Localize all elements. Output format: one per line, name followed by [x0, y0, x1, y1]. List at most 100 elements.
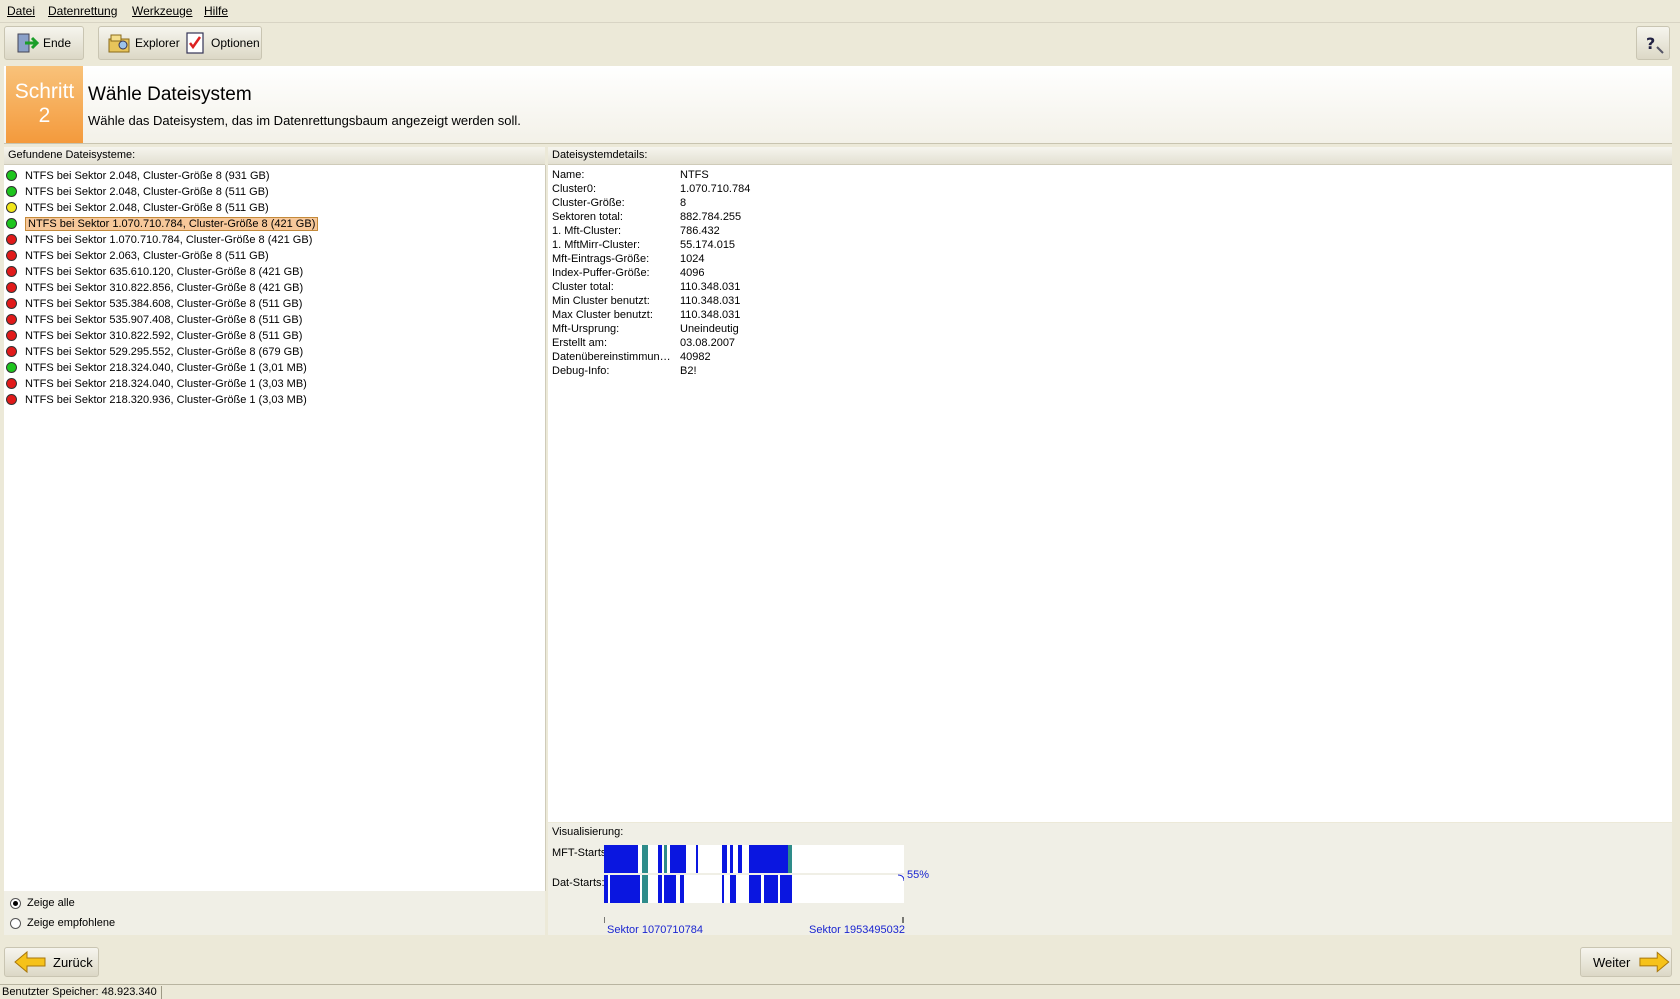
detail-value: 1024	[680, 253, 705, 265]
dat-segment	[658, 875, 662, 903]
detail-key: Index-Puffer-Größe:	[552, 267, 650, 279]
show-all-label: Zeige alle	[27, 897, 75, 909]
filesystem-item[interactable]: NTFS bei Sektor 2.063, Cluster-Größe 8 (…	[6, 248, 269, 263]
help-button[interactable]: ?	[1636, 26, 1670, 60]
filesystem-item[interactable]: NTFS bei Sektor 2.048, Cluster-Größe 8 (…	[6, 168, 270, 183]
detail-value: 1.070.710.784	[680, 183, 751, 195]
filesystem-item-label: NTFS bei Sektor 1.070.710.784, Cluster-G…	[25, 216, 319, 231]
mft-segment	[730, 845, 733, 873]
detail-value: B2!	[680, 365, 697, 377]
status-red-icon	[6, 330, 17, 341]
detail-value: 4096	[680, 267, 705, 279]
filesystem-item[interactable]: NTFS bei Sektor 310.822.856, Cluster-Grö…	[6, 280, 303, 295]
status-red-icon	[6, 378, 17, 389]
mft-segment	[642, 845, 648, 873]
detail-key: 1. MftMirr-Cluster:	[552, 239, 640, 251]
status-green-icon	[6, 218, 17, 229]
dat-starts-label: Dat-Starts:	[552, 877, 605, 889]
detail-key: Debug-Info:	[552, 365, 610, 377]
detail-value: 55.174.015	[680, 239, 736, 251]
menu-hilfe[interactable]: Hilfe	[204, 4, 228, 18]
mft-segment	[738, 845, 742, 873]
arrow-right-icon	[1639, 951, 1670, 973]
filter-radio-group: Zeige alle Zeige empfohlene	[4, 891, 545, 935]
sector-visualization	[604, 845, 904, 923]
next-button[interactable]: Weiter	[1580, 947, 1672, 977]
dat-segment	[730, 875, 736, 903]
sector-start-label: Sektor 1070710784	[607, 924, 704, 936]
filesystem-item-label: NTFS bei Sektor 535.384.608, Cluster-Grö…	[25, 297, 303, 310]
dat-segment	[680, 875, 684, 903]
menu-werkzeuge[interactable]: Werkzeuge	[132, 4, 192, 18]
detail-value: Uneindeutig	[680, 323, 739, 335]
filesystem-item[interactable]: NTFS bei Sektor 1.070.710.784, Cluster-G…	[6, 216, 319, 231]
filesystem-item-label: NTFS bei Sektor 2.063, Cluster-Größe 8 (…	[25, 249, 269, 262]
dat-segment	[610, 875, 640, 903]
mft-segment	[604, 845, 638, 873]
step-label: Schritt	[14, 80, 75, 103]
show-recommended-radio[interactable]: Zeige empfohlene	[10, 917, 115, 929]
filesystem-item[interactable]: NTFS bei Sektor 218.320.936, Cluster-Grö…	[6, 392, 307, 407]
filesystem-item[interactable]: NTFS bei Sektor 2.048, Cluster-Größe 8 (…	[6, 184, 269, 199]
explorer-button[interactable]: Explorer	[107, 27, 180, 59]
detail-value: 882.784.255	[680, 211, 742, 223]
detail-key: Name:	[552, 169, 585, 181]
filesystem-item[interactable]: NTFS bei Sektor 1.070.710.784, Cluster-G…	[6, 232, 312, 247]
detail-key: Mft-Eintrags-Größe:	[552, 253, 650, 265]
back-button[interactable]: Zurück	[4, 947, 99, 977]
next-label: Weiter	[1593, 954, 1631, 970]
memory-usage: Benutzter Speicher: 48.923.340	[2, 986, 157, 998]
filesystem-item[interactable]: NTFS bei Sektor 529.295.552, Cluster-Grö…	[6, 344, 303, 359]
options-button[interactable]: Optionen	[183, 27, 260, 59]
filesystem-item[interactable]: NTFS bei Sektor 2.048, Cluster-Größe 8 (…	[6, 200, 269, 215]
back-label: Zurück	[53, 954, 93, 970]
filesystem-item[interactable]: NTFS bei Sektor 635.610.120, Cluster-Grö…	[6, 264, 303, 279]
filesystem-item-label: NTFS bei Sektor 2.048, Cluster-Größe 8 (…	[25, 201, 269, 214]
menu-datenrettung[interactable]: Datenrettung	[48, 4, 117, 18]
filesystem-item-label: NTFS bei Sektor 218.324.040, Cluster-Grö…	[25, 361, 307, 374]
checklist-icon	[186, 32, 204, 54]
toolbar-group-end: Ende	[4, 26, 84, 60]
status-green-icon	[6, 170, 17, 181]
filesystem-item-label: NTFS bei Sektor 310.822.592, Cluster-Grö…	[25, 329, 303, 342]
filesystem-item-label: NTFS bei Sektor 2.048, Cluster-Größe 8 (…	[25, 185, 269, 198]
filesystem-details: Name: NTFS Cluster0: 1.070.710.784 Cluster-G…	[548, 165, 1672, 822]
end-label: Ende	[43, 36, 72, 50]
filesystem-item[interactable]: NTFS bei Sektor 218.324.040, Cluster-Grö…	[6, 376, 307, 391]
status-red-icon	[6, 282, 17, 293]
detail-key: Max Cluster benutzt:	[552, 309, 653, 321]
mft-segment	[670, 845, 686, 873]
end-button[interactable]: Ende	[15, 27, 71, 59]
status-red-icon	[6, 266, 17, 277]
mft-segment	[696, 845, 698, 873]
dat-segment	[780, 875, 792, 903]
detail-value: 110.348.031	[680, 281, 741, 293]
filesystem-item[interactable]: NTFS bei Sektor 218.324.040, Cluster-Grö…	[6, 360, 307, 375]
radio-circle	[10, 917, 21, 929]
filesystem-item[interactable]: NTFS bei Sektor 535.384.608, Cluster-Grö…	[6, 296, 302, 311]
found-filesystems-title: Gefundene Dateisysteme:	[4, 147, 545, 165]
status-green-icon	[6, 186, 17, 197]
menu-bar: Datei Datenrettung Werkzeuge Hilfe	[0, 0, 1680, 23]
sector-end-label: Sektor 1953495032	[809, 924, 906, 936]
mft-segment	[722, 845, 727, 873]
options-label: Optionen	[211, 36, 260, 50]
status-red-icon	[6, 234, 17, 245]
visualization-panel: Visualisierung: MFT-Starts Dat-Starts: 5…	[548, 823, 1672, 936]
detail-value: 110.348.031	[680, 309, 741, 321]
mft-segment	[658, 845, 662, 873]
status-red-icon	[6, 250, 17, 261]
filesystem-item[interactable]: NTFS bei Sektor 535.907.408, Cluster-Grö…	[6, 312, 302, 327]
page-title: Wähle Dateisystem	[88, 84, 252, 105]
show-recommended-label: Zeige empfohlene	[27, 917, 116, 929]
coverage-percent: 55%	[907, 869, 930, 881]
detail-key: Min Cluster benutzt:	[552, 295, 650, 307]
detail-value: 786.432	[680, 225, 720, 237]
detail-value: 40982	[680, 351, 711, 363]
show-all-radio[interactable]: Zeige alle	[10, 897, 75, 909]
status-bar: Benutzter Speicher: 48.923.340	[0, 984, 1680, 999]
menu-datei[interactable]: Datei	[7, 4, 35, 18]
filesystem-item[interactable]: NTFS bei Sektor 310.822.592, Cluster-Grö…	[6, 328, 302, 343]
filesystem-item-label: NTFS bei Sektor 310.822.856, Cluster-Grö…	[25, 281, 304, 294]
status-separator	[161, 986, 162, 999]
